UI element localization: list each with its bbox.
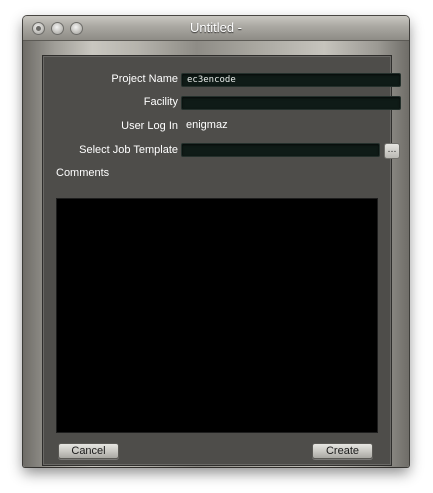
facility-label: Facility — [143, 96, 178, 108]
project-name-label: Project Name — [111, 73, 178, 85]
project-name-input[interactable]: ec3encode — [181, 73, 401, 87]
comments-label: Comments — [56, 167, 110, 179]
project-form-panel: Project Name ec3encode Facility User Log… — [42, 55, 401, 466]
browse-template-button[interactable]: … — [384, 143, 400, 159]
dialog-window: Untitled - Project Name ec3encode Facili… — [23, 16, 409, 467]
user-login-value: enigmaz — [186, 119, 228, 131]
job-template-label: Select Job Template — [79, 144, 178, 156]
job-template-input[interactable] — [181, 143, 380, 157]
window-title: Untitled - — [189, 20, 243, 35]
title-bar[interactable]: Untitled - — [23, 16, 409, 41]
comments-textarea[interactable] — [56, 198, 378, 433]
user-login-label: User Log In — [121, 120, 178, 132]
facility-input[interactable] — [181, 96, 401, 110]
create-button[interactable]: Create — [312, 443, 373, 459]
cancel-button[interactable]: Cancel — [58, 443, 119, 459]
